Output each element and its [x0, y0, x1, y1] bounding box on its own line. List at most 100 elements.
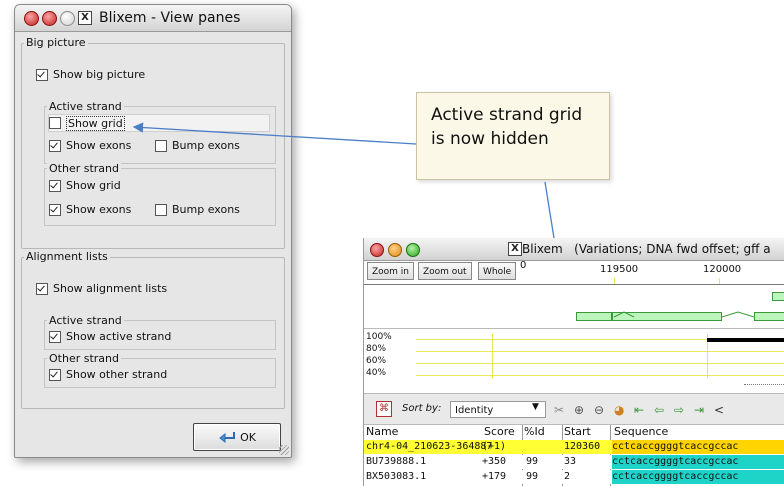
- checkbox-icon[interactable]: [49, 117, 61, 129]
- minimize-window-icon[interactable]: [388, 243, 402, 257]
- close-window-icon[interactable]: [370, 243, 384, 257]
- grid-line: [416, 363, 784, 364]
- bp-active-strand-label: Active strand: [47, 100, 124, 113]
- row-score: +179: [482, 471, 507, 482]
- row-id: 99: [526, 471, 539, 482]
- next-icon[interactable]: ⇨: [674, 403, 684, 417]
- zoom-out-button[interactable]: Zoom out: [418, 262, 472, 280]
- blixem-window: X Blixem (Variations; DNA fwd offset; gf…: [363, 238, 784, 486]
- col-start[interactable]: Start: [564, 425, 591, 438]
- bp-other-show-exons-label: Show exons: [66, 203, 132, 216]
- row-name: chr4-04_210623-364887: [366, 441, 493, 452]
- show-other-strand-checkbox[interactable]: Show other strand: [49, 368, 167, 381]
- row-sequence: cctcaccggggtcaccgccac: [612, 455, 784, 469]
- bp-active-bump-exons-checkbox[interactable]: Bump exons: [155, 139, 240, 152]
- show-active-strand-label: Show active strand: [66, 330, 172, 343]
- exon-block: [576, 312, 612, 321]
- prev-match-icon[interactable]: ⇤: [634, 403, 644, 417]
- prev-icon[interactable]: ⇦: [654, 403, 664, 417]
- col-name[interactable]: Name: [366, 425, 398, 438]
- show-other-strand-label: Show other strand: [66, 368, 168, 381]
- intron-lines: [613, 311, 755, 318]
- big-picture-group: Big picture Show big picture Active stra…: [21, 36, 285, 249]
- checkbox-icon[interactable]: [155, 139, 167, 152]
- whole-button[interactable]: Whole: [478, 262, 517, 280]
- view-panes-dialog: X Blixem - View panes Big picture Show b…: [14, 4, 292, 458]
- al-active-strand-label: Active strand: [47, 314, 124, 327]
- blixem-title-rest: (Variations; DNA fwd offset; gff a: [574, 242, 771, 256]
- callout-text: Active strand grid is now hidden: [431, 105, 583, 149]
- bp-active-show-grid-checkbox[interactable]: Show grid: [48, 114, 270, 132]
- bp-other-strand-label: Other strand: [47, 162, 121, 175]
- percent-label-80: 80%: [366, 344, 387, 354]
- show-active-strand-checkbox[interactable]: Show active strand: [49, 330, 171, 343]
- bp-other-bump-exons-label: Bump exons: [172, 203, 240, 216]
- settings-icon[interactable]: ✂: [554, 403, 564, 417]
- bp-other-show-grid-checkbox[interactable]: Show grid: [49, 179, 121, 192]
- ruler-divider: [364, 284, 784, 285]
- alignment-lists-group: Alignment lists Show alignment lists Act…: [21, 250, 285, 409]
- show-alignment-lists-checkbox[interactable]: Show alignment lists: [36, 282, 167, 295]
- zoom-in-button[interactable]: Zoom in: [367, 262, 415, 280]
- feedback-icon[interactable]: ◕: [614, 403, 624, 417]
- alignment-lists-group-label: Alignment lists: [24, 250, 110, 263]
- next-match-icon[interactable]: ⇥: [694, 403, 704, 417]
- grid-line: [416, 351, 784, 352]
- percent-label-40: 40%: [366, 368, 387, 378]
- callout-box: Active strand grid is now hidden: [416, 92, 610, 180]
- row-sequence: cctcaccggggtcaccgccac: [612, 470, 784, 484]
- dropdown-arrow-icon[interactable]: ▼: [532, 402, 539, 412]
- bp-active-show-grid-label: Show grid: [66, 115, 125, 131]
- table-row[interactable]: BX503083.1 +179 99 2 cctcaccggggtcaccgccac: [364, 470, 784, 484]
- bp-active-show-exons-checkbox[interactable]: Show exons: [49, 139, 131, 152]
- checkbox-icon[interactable]: [49, 330, 61, 343]
- checkbox-icon[interactable]: [155, 203, 167, 216]
- checkbox-icon[interactable]: [49, 368, 61, 381]
- col-sequence[interactable]: Sequence: [614, 425, 668, 438]
- bp-other-show-exons-checkbox[interactable]: Show exons: [49, 203, 131, 216]
- al-other-strand-group: Other strand Show other strand: [44, 352, 276, 388]
- bp-other-bump-exons-checkbox[interactable]: Bump exons: [155, 203, 240, 216]
- checkbox-icon[interactable]: [49, 203, 61, 216]
- checkbox-icon[interactable]: [36, 68, 48, 81]
- bp-other-strand-group: Other strand Show grid Show exons Bump e…: [44, 162, 276, 226]
- zoom-window-icon[interactable]: [60, 11, 75, 26]
- row-name: BU739888.1: [366, 456, 427, 467]
- al-other-strand-label: Other strand: [47, 352, 121, 365]
- zoom-out-icon[interactable]: ⊖: [594, 403, 604, 417]
- checkbox-icon[interactable]: [49, 179, 61, 192]
- blixem-title: Blixem (Variations; DNA fwd offset; gff …: [522, 242, 771, 256]
- col-score[interactable]: Score: [484, 425, 515, 438]
- blixem-titlebar: X Blixem (Variations; DNA fwd offset; gf…: [364, 238, 784, 261]
- ok-label: OK: [240, 430, 256, 444]
- ruler-label-0: 0: [520, 260, 527, 271]
- row-start: 33: [564, 456, 577, 467]
- bp-active-bump-exons-label: Bump exons: [172, 139, 240, 152]
- checkbox-icon[interactable]: [49, 139, 61, 152]
- col-id[interactable]: %Id: [524, 425, 545, 438]
- percent-label-100: 100%: [366, 332, 392, 342]
- help-icon[interactable]: ⌘: [376, 401, 392, 417]
- show-big-picture-checkbox[interactable]: Show big picture: [36, 68, 145, 81]
- big-picture-group-label: Big picture: [24, 36, 88, 49]
- x11-logo-icon: X: [508, 242, 522, 256]
- sort-by-label: Sort by:: [402, 403, 442, 414]
- ruler-label-1: 119500: [600, 264, 639, 275]
- zoom-in-icon[interactable]: ⊕: [574, 403, 584, 417]
- dialog-title: Blixem - View panes: [99, 10, 241, 26]
- table-row[interactable]: chr4-04_210623-364887 (+1) 120360 cctcaccgg…: [364, 440, 784, 454]
- row-sequence: cctcaccggggtcaccgccac: [612, 440, 784, 454]
- minimize-window-icon[interactable]: [42, 11, 57, 26]
- ok-button[interactable]: OK: [193, 423, 281, 451]
- row-start: 2: [564, 471, 571, 482]
- row-start: 120360: [564, 441, 601, 452]
- scroll-left-icon[interactable]: <: [714, 403, 724, 417]
- close-window-icon[interactable]: [24, 11, 39, 26]
- table-row[interactable]: BU739888.1 +350 99 33 cctcaccggggtcaccgccac: [364, 455, 784, 469]
- bp-active-show-exons-label: Show exons: [66, 139, 132, 152]
- checkbox-icon[interactable]: [36, 282, 48, 295]
- dialog-titlebar: X Blixem - View panes: [15, 5, 291, 32]
- al-active-strand-group: Active strand Show active strand: [44, 314, 276, 350]
- zoom-window-icon[interactable]: [406, 243, 420, 257]
- resize-grip-icon[interactable]: [279, 445, 289, 455]
